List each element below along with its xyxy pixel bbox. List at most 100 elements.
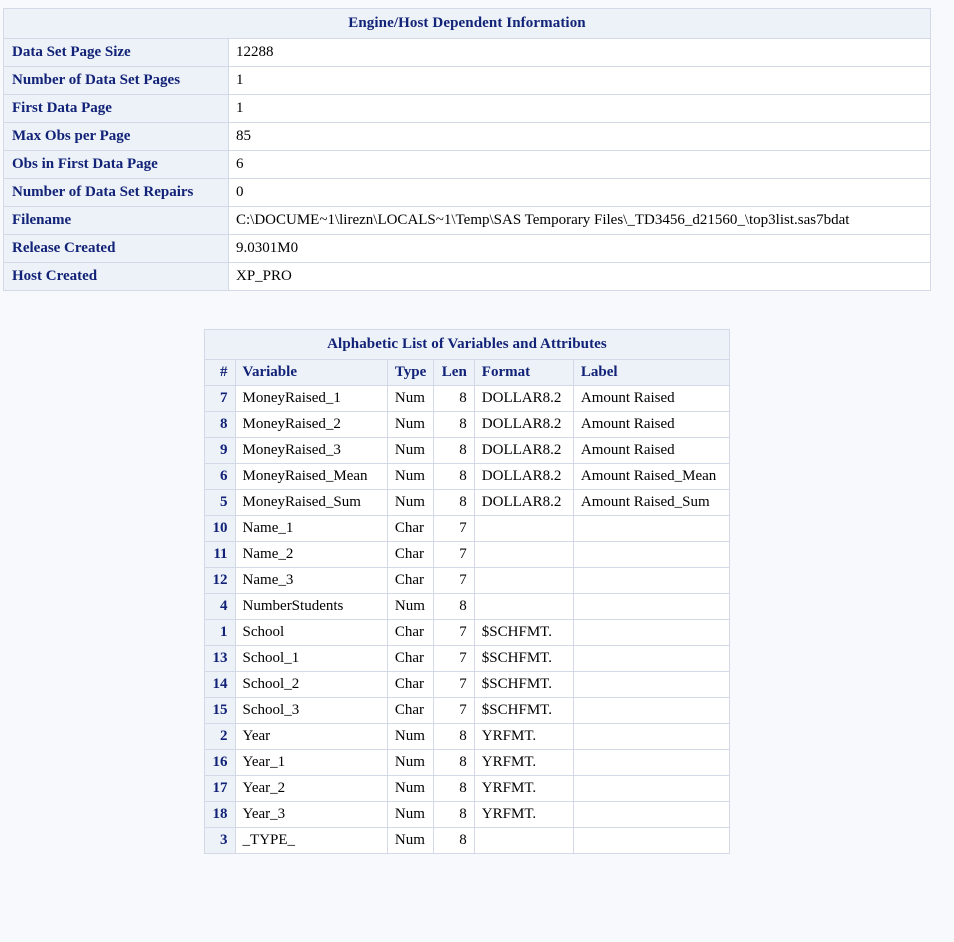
cell-format: $SCHFMT. bbox=[474, 620, 573, 646]
cell-format: DOLLAR8.2 bbox=[474, 464, 573, 490]
cell-variable: Name_2 bbox=[235, 542, 387, 568]
cell-label bbox=[573, 594, 729, 620]
engine-host-title-row: Engine/Host Dependent Information bbox=[4, 9, 931, 39]
cell-variable: MoneyRaised_2 bbox=[235, 412, 387, 438]
cell-type: Char bbox=[387, 568, 433, 594]
cell-format: DOLLAR8.2 bbox=[474, 490, 573, 516]
engine-host-row-label: Data Set Page Size bbox=[4, 39, 229, 67]
table-row: 11Name_2Char7 bbox=[205, 542, 730, 568]
cell-label: Amount Raised_Sum bbox=[573, 490, 729, 516]
engine-host-row-label: Obs in First Data Page bbox=[4, 151, 229, 179]
cell-label: Amount Raised bbox=[573, 386, 729, 412]
engine-host-row: Number of Data Set Repairs0 bbox=[4, 179, 931, 207]
cell-format: YRFMT. bbox=[474, 802, 573, 828]
cell-type: Num bbox=[387, 594, 433, 620]
column-header-variable: Variable bbox=[235, 360, 387, 386]
cell-index: 8 bbox=[205, 412, 236, 438]
cell-index: 9 bbox=[205, 438, 236, 464]
engine-host-row-value: C:\DOCUME~1\lirezn\LOCALS~1\Temp\SAS Tem… bbox=[229, 207, 931, 235]
cell-label bbox=[573, 828, 729, 854]
cell-label bbox=[573, 516, 729, 542]
cell-variable: Name_3 bbox=[235, 568, 387, 594]
table-row: 5MoneyRaised_SumNum8DOLLAR8.2Amount Rais… bbox=[205, 490, 730, 516]
engine-host-row: Data Set Page Size12288 bbox=[4, 39, 931, 67]
cell-type: Num bbox=[387, 412, 433, 438]
engine-host-row-label: Number of Data Set Pages bbox=[4, 67, 229, 95]
engine-host-table-body: Engine/Host Dependent Information Data S… bbox=[4, 9, 931, 291]
cell-variable: MoneyRaised_1 bbox=[235, 386, 387, 412]
cell-label: Amount Raised bbox=[573, 412, 729, 438]
cell-type: Char bbox=[387, 620, 433, 646]
cell-type: Num bbox=[387, 438, 433, 464]
engine-host-row-label: Filename bbox=[4, 207, 229, 235]
cell-format bbox=[474, 542, 573, 568]
cell-index: 11 bbox=[205, 542, 236, 568]
cell-format: YRFMT. bbox=[474, 724, 573, 750]
cell-format: $SCHFMT. bbox=[474, 698, 573, 724]
cell-label bbox=[573, 776, 729, 802]
cell-format bbox=[474, 568, 573, 594]
cell-index: 13 bbox=[205, 646, 236, 672]
table-row: 10Name_1Char7 bbox=[205, 516, 730, 542]
engine-host-row: Max Obs per Page85 bbox=[4, 123, 931, 151]
table-row: 15School_3Char7$SCHFMT. bbox=[205, 698, 730, 724]
cell-len: 8 bbox=[434, 438, 475, 464]
table-row: 17Year_2Num8YRFMT. bbox=[205, 776, 730, 802]
cell-label bbox=[573, 620, 729, 646]
cell-type: Num bbox=[387, 828, 433, 854]
variables-title-row: Alphabetic List of Variables and Attribu… bbox=[205, 330, 730, 360]
cell-variable: Year bbox=[235, 724, 387, 750]
cell-type: Char bbox=[387, 646, 433, 672]
cell-variable: MoneyRaised_Sum bbox=[235, 490, 387, 516]
engine-host-row: FilenameC:\DOCUME~1\lirezn\LOCALS~1\Temp… bbox=[4, 207, 931, 235]
cell-label bbox=[573, 646, 729, 672]
cell-len: 8 bbox=[434, 412, 475, 438]
engine-host-row: Obs in First Data Page6 bbox=[4, 151, 931, 179]
cell-variable: Year_2 bbox=[235, 776, 387, 802]
cell-format: DOLLAR8.2 bbox=[474, 412, 573, 438]
cell-index: 15 bbox=[205, 698, 236, 724]
cell-len: 8 bbox=[434, 828, 475, 854]
table-row: 3_TYPE_Num8 bbox=[205, 828, 730, 854]
cell-index: 14 bbox=[205, 672, 236, 698]
cell-label bbox=[573, 724, 729, 750]
cell-len: 8 bbox=[434, 724, 475, 750]
cell-index: 17 bbox=[205, 776, 236, 802]
engine-host-information-table: Engine/Host Dependent Information Data S… bbox=[3, 8, 931, 291]
cell-len: 8 bbox=[434, 802, 475, 828]
cell-variable: School_1 bbox=[235, 646, 387, 672]
cell-variable: Name_1 bbox=[235, 516, 387, 542]
table-row: 13School_1Char7$SCHFMT. bbox=[205, 646, 730, 672]
cell-index: 10 bbox=[205, 516, 236, 542]
cell-format: YRFMT. bbox=[474, 750, 573, 776]
table-row: 12Name_3Char7 bbox=[205, 568, 730, 594]
cell-label bbox=[573, 568, 729, 594]
engine-host-row-value: 1 bbox=[229, 67, 931, 95]
table-row: 1SchoolChar7$SCHFMT. bbox=[205, 620, 730, 646]
variables-header-row: #VariableTypeLenFormatLabel bbox=[205, 360, 730, 386]
engine-host-row-label: Release Created bbox=[4, 235, 229, 263]
cell-len: 8 bbox=[434, 464, 475, 490]
cell-type: Num bbox=[387, 386, 433, 412]
column-header-index: # bbox=[205, 360, 236, 386]
cell-type: Char bbox=[387, 516, 433, 542]
engine-host-row-value: 0 bbox=[229, 179, 931, 207]
engine-host-row-value: 1 bbox=[229, 95, 931, 123]
cell-type: Char bbox=[387, 672, 433, 698]
engine-host-row-value: 9.0301M0 bbox=[229, 235, 931, 263]
cell-len: 7 bbox=[434, 620, 475, 646]
cell-format bbox=[474, 594, 573, 620]
column-header-format: Format bbox=[474, 360, 573, 386]
cell-label bbox=[573, 542, 729, 568]
cell-variable: School bbox=[235, 620, 387, 646]
variables-title: Alphabetic List of Variables and Attribu… bbox=[205, 330, 730, 360]
cell-len: 8 bbox=[434, 386, 475, 412]
cell-type: Num bbox=[387, 490, 433, 516]
table-row: 4NumberStudentsNum8 bbox=[205, 594, 730, 620]
cell-format: $SCHFMT. bbox=[474, 646, 573, 672]
cell-index: 2 bbox=[205, 724, 236, 750]
table-row: 8MoneyRaised_2Num8DOLLAR8.2Amount Raised bbox=[205, 412, 730, 438]
cell-len: 8 bbox=[434, 750, 475, 776]
cell-len: 7 bbox=[434, 672, 475, 698]
table-row: 9MoneyRaised_3Num8DOLLAR8.2Amount Raised bbox=[205, 438, 730, 464]
